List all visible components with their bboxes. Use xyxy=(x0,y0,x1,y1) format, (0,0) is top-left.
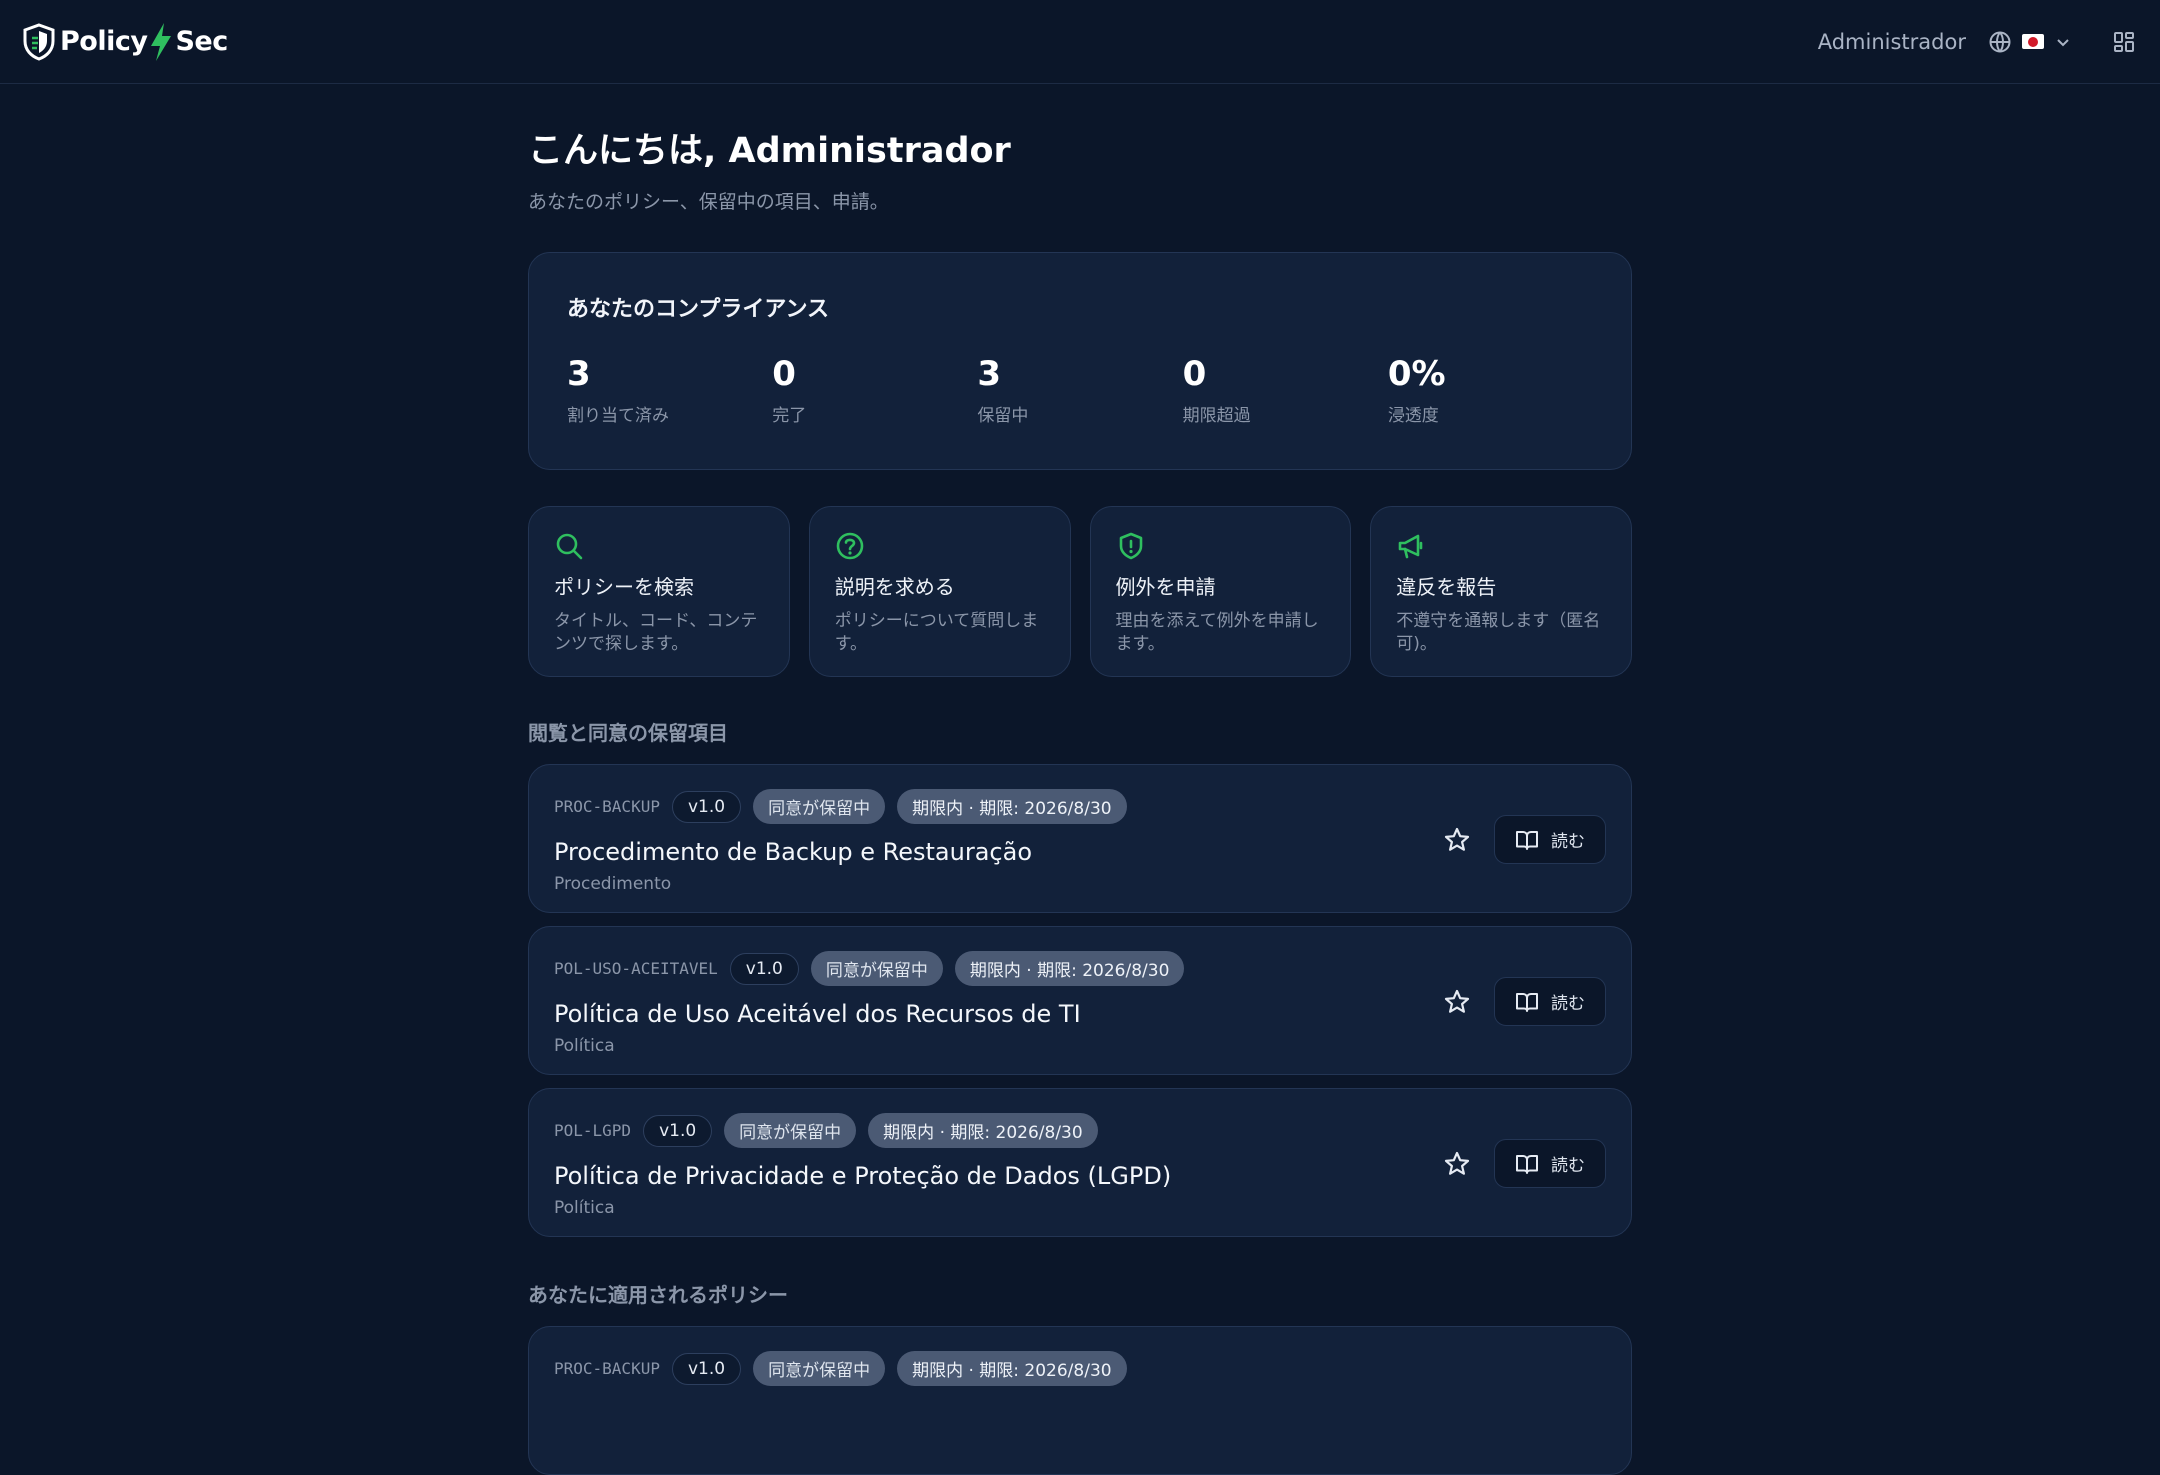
policy-code: PROC-BACKUP xyxy=(554,797,660,816)
page-subtitle: あなたのポリシー、保留中の項目、申請。 xyxy=(528,191,889,213)
logo-text-policy: Policy xyxy=(60,26,148,57)
language-selector[interactable] xyxy=(1988,30,2072,54)
help-circle-icon xyxy=(836,532,864,560)
book-open-icon xyxy=(1516,830,1538,850)
jp-flag-icon xyxy=(2022,34,2044,49)
stat-penetration: 0% 浸透度 xyxy=(1388,357,1593,426)
due-badge: 期限内 · 期限: 2026/8/30 xyxy=(897,1351,1127,1386)
read-button[interactable]: 読む xyxy=(1494,1139,1606,1188)
due-badge: 期限内 · 期限: 2026/8/30 xyxy=(897,789,1127,824)
stat-overdue: 0 期限超過 xyxy=(1183,357,1388,426)
policy-code: PROC-BACKUP xyxy=(554,1359,660,1378)
star-icon[interactable] xyxy=(1442,987,1472,1017)
status-badge: 同意が保留中 xyxy=(753,1351,886,1386)
bolt-logo-icon xyxy=(151,22,172,61)
user-name[interactable]: Administrador xyxy=(1818,30,1966,54)
due-badge: 期限内 · 期限: 2026/8/30 xyxy=(954,951,1185,986)
stat-pending: 3 保留中 xyxy=(977,357,1182,426)
read-button-label: 読む xyxy=(1551,994,1585,1014)
star-icon[interactable] xyxy=(1442,825,1472,855)
stat-label: 浸透度 xyxy=(1387,406,1439,426)
stat-value: 0 xyxy=(1182,354,1207,394)
search-icon xyxy=(556,533,583,560)
action-desc: タイトル、コード、コンテンツで探します。 xyxy=(554,611,758,654)
stat-value: 3 xyxy=(567,354,591,394)
action-title: 説明を求める xyxy=(834,575,955,599)
policy-type: Política xyxy=(554,1198,615,1218)
policy-type: Procedimento xyxy=(554,874,672,894)
shield-logo-icon xyxy=(23,22,55,61)
quick-actions: ポリシーを検索 タイトル、コード、コンテンツで探します。 説明を求める ポリシー… xyxy=(528,506,1632,677)
read-button-label: 読む xyxy=(1551,832,1585,852)
search-policies-card[interactable]: ポリシーを検索 タイトル、コード、コンテンツで探します。 xyxy=(528,506,790,677)
book-open-icon xyxy=(1516,1154,1538,1174)
top-bar: Policy Sec Administrador xyxy=(0,0,2160,84)
policy-code: POL-LGPD xyxy=(554,1121,632,1140)
stat-assigned: 3 割り当て済み xyxy=(567,357,772,426)
megaphone-icon xyxy=(1398,534,1423,559)
compliance-card: あなたのコンプライアンス 3 割り当て済み 0 完了 3 保留中 0 期限超過 … xyxy=(528,252,1632,470)
stat-label: 期限超過 xyxy=(1182,406,1251,426)
compliance-title: あなたのコンプライアンス xyxy=(567,297,830,322)
applicable-section-title: あなたに適用されるポリシー xyxy=(528,1283,788,1307)
stat-label: 完了 xyxy=(772,406,807,426)
version-badge: v1.0 xyxy=(671,1352,742,1385)
pending-section-title: 閲覧と同意の保留項目 xyxy=(528,721,728,745)
action-title: ポリシーを検索 xyxy=(554,575,694,599)
policy-item[interactable]: POL-USO-ACEITAVEL v1.0 同意が保留中 期限内 · 期限: … xyxy=(528,926,1632,1075)
stat-value: 0% xyxy=(1387,354,1446,394)
stat-label: 割り当て済み xyxy=(567,406,669,426)
shield-alert-icon xyxy=(1119,532,1142,560)
stat-label: 保留中 xyxy=(977,406,1029,426)
version-badge: v1.0 xyxy=(729,952,799,985)
chevron-down-icon xyxy=(2057,38,2069,46)
star-icon[interactable] xyxy=(1442,1149,1472,1179)
main-content: こんにちは, Administrador あなたのポリシー、保留中の項目、申請。… xyxy=(528,84,1632,1475)
pending-list: PROC-BACKUP v1.0 同意が保留中 期限内 · 期限: 2026/8… xyxy=(528,764,1632,1237)
policy-item[interactable]: POL-LGPD v1.0 同意が保留中 期限内 · 期限: 2026/8/30… xyxy=(528,1088,1632,1237)
action-title: 例外を申請 xyxy=(1115,575,1216,599)
status-badge: 同意が保留中 xyxy=(810,951,943,986)
status-badge: 同意が保留中 xyxy=(724,1113,857,1148)
book-open-icon xyxy=(1516,992,1538,1012)
logo-text-sec: Sec xyxy=(175,26,228,57)
stat-value: 3 xyxy=(977,354,1002,394)
status-badge: 同意が保留中 xyxy=(753,789,886,824)
ask-clarification-card[interactable]: 説明を求める ポリシーについて質問します。 xyxy=(808,506,1071,677)
globe-icon xyxy=(1989,31,2011,52)
action-title: 違反を報告 xyxy=(1396,575,1497,599)
action-desc: 不遵守を通報します（匿名可)。 xyxy=(1396,611,1601,654)
page-title: こんにちは, Administrador xyxy=(528,131,1011,171)
apps-grid-icon[interactable] xyxy=(2112,30,2136,54)
version-badge: v1.0 xyxy=(671,790,742,823)
action-desc: ポリシーについて質問します。 xyxy=(834,611,1039,654)
read-button[interactable]: 読む xyxy=(1494,815,1606,864)
policy-code: POL-USO-ACEITAVEL xyxy=(554,959,718,978)
policy-item[interactable]: PROC-BACKUP v1.0 同意が保留中 期限内 · 期限: 2026/8… xyxy=(528,764,1632,913)
policy-item[interactable]: PROC-BACKUP v1.0 同意が保留中 期限内 · 期限: 2026/8… xyxy=(528,1326,1632,1475)
action-desc: 理由を添えて例外を申請します。 xyxy=(1115,611,1319,654)
read-button-label: 読む xyxy=(1551,1156,1585,1176)
version-badge: v1.0 xyxy=(643,1114,713,1147)
stat-value: 0 xyxy=(772,354,796,394)
app-logo[interactable]: Policy Sec xyxy=(22,22,228,62)
read-button[interactable]: 読む xyxy=(1494,977,1606,1026)
due-badge: 期限内 · 期限: 2026/8/30 xyxy=(868,1113,1098,1148)
report-violation-card[interactable]: 違反を報告 不遵守を通報します（匿名可)。 xyxy=(1370,506,1632,677)
stat-completed: 0 完了 xyxy=(772,357,977,426)
request-exception-card[interactable]: 例外を申請 理由を添えて例外を申請します。 xyxy=(1089,506,1352,677)
policy-type: Política xyxy=(554,1036,615,1056)
